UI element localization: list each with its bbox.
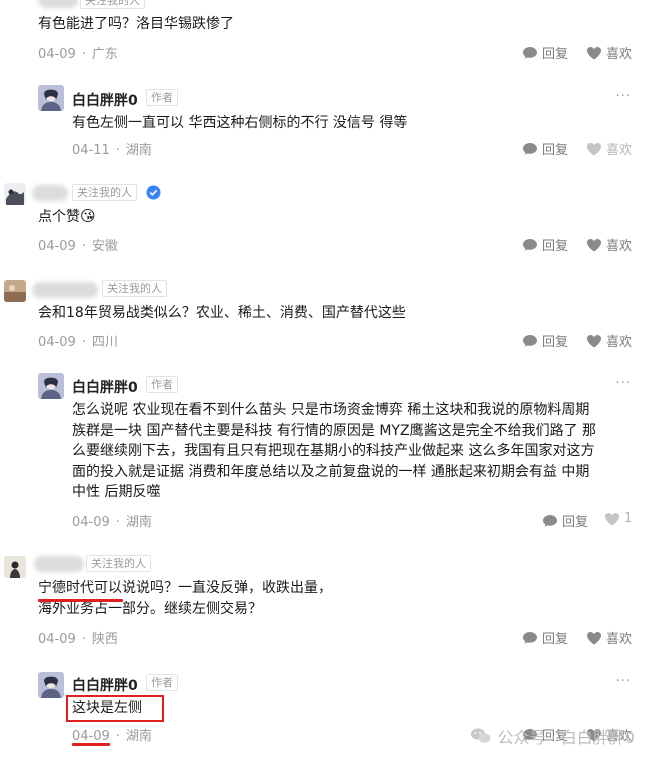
reply-location: 湖南	[125, 143, 152, 158]
comment-location: 陕西	[91, 632, 118, 647]
reply-button[interactable]: 回复	[522, 331, 568, 350]
reply-date: 04-09	[72, 729, 110, 744]
like-button[interactable]: 喜欢	[586, 331, 632, 350]
comment-date: 04-09	[38, 47, 76, 62]
reply-text: 怎么说呢 农业现在看不到什么苗头 只是市场资金博弈 稀土这块和我说的原物料周期 …	[72, 402, 597, 500]
heart-icon	[587, 334, 601, 347]
author-avatar[interactable]	[38, 373, 64, 399]
like-button[interactable]: 喜欢	[586, 139, 632, 158]
reply-date: 04-09	[72, 515, 110, 530]
like-button[interactable]: 喜欢	[586, 43, 632, 62]
heart-icon	[587, 631, 601, 644]
wechat-icon	[470, 728, 491, 743]
reply-button[interactable]: 回复	[542, 511, 588, 530]
comment-meta: 04-09 · 陕西	[38, 632, 118, 647]
chat-bubble-icon	[523, 46, 537, 59]
more-icon[interactable]: ···	[616, 674, 631, 689]
chat-bubble-icon	[523, 334, 537, 347]
commenter-avatar[interactable]	[4, 183, 26, 205]
reply-button[interactable]: 回复	[522, 235, 568, 254]
author-name[interactable]: 白白胖胖0	[72, 377, 138, 397]
reply-meta: 04-11 · 湖南	[72, 143, 152, 158]
kiss-emoji-icon: 😘	[80, 207, 96, 225]
reply-date: 04-11	[72, 143, 110, 158]
fan-tag: 关注我的人	[80, 0, 145, 9]
reply-button[interactable]: 回复	[522, 43, 568, 62]
chat-bubble-icon	[523, 238, 537, 251]
like-button[interactable]: 喜欢	[586, 628, 632, 647]
author-reply-4: 白白胖胖0 作者 ··· 这块是左侧 04-09 · 湖南 回复 喜欢	[0, 668, 655, 766]
highlight-underline	[38, 599, 123, 602]
author-name[interactable]: 白白胖胖0	[72, 675, 138, 695]
comment-1: 关注我的人 有色能进了吗？洛目华锡跌惨了 04-09 · 广东 回复 喜欢	[0, 0, 655, 70]
author-tag: 作者	[146, 376, 178, 393]
reply-location: 湖南	[125, 515, 152, 530]
like-count: 1	[624, 511, 633, 526]
heart-icon	[587, 46, 601, 59]
heart-icon	[587, 238, 601, 251]
comment-location: 安徽	[91, 239, 118, 254]
comment-location: 广东	[91, 47, 118, 62]
comment-text: 点个赞😘	[38, 207, 96, 225]
commenter-nickname	[32, 282, 98, 298]
chat-bubble-icon	[543, 514, 557, 527]
author-avatar[interactable]	[38, 672, 64, 698]
comment-meta: 04-09 · 四川	[38, 335, 118, 350]
comment-3: 关注我的人 会和18年贸易战类似么？农业、稀土、消费、国产替代这些 04-09 ·…	[0, 276, 655, 360]
commenter-nickname	[34, 556, 84, 572]
comment-date: 04-09	[38, 632, 76, 647]
heart-icon	[605, 512, 619, 525]
comment-date: 04-09	[38, 335, 76, 350]
commenter-nickname	[38, 0, 78, 8]
comment-date: 04-09	[38, 239, 76, 254]
fan-tag: 关注我的人	[72, 184, 137, 201]
reply-text: 有色左侧一直可以 华西这种右侧标的不行 没信号 得等	[72, 115, 408, 131]
watermark: 公众号 · 白白胖胖0	[470, 724, 635, 748]
highlight-underline	[72, 743, 110, 746]
heart-icon	[587, 142, 601, 155]
comment-meta: 04-09 · 广东	[38, 47, 118, 62]
comment-location: 四川	[91, 335, 118, 350]
comment-meta: 04-09 · 安徽	[38, 239, 118, 254]
reply-meta: 04-09 · 湖南	[72, 729, 152, 744]
reply-text: 这块是左侧	[72, 700, 142, 716]
chat-bubble-icon	[523, 142, 537, 155]
author-reply-3: 白白胖胖0 作者 ··· 怎么说呢 农业现在看不到什么苗头 只是市场资金博弈 稀…	[0, 368, 655, 538]
more-icon[interactable]: ···	[616, 89, 631, 104]
author-avatar[interactable]	[38, 85, 64, 111]
reply-button[interactable]: 回复	[522, 628, 568, 647]
author-name[interactable]: 白白胖胖0	[72, 90, 138, 110]
reply-meta: 04-09 · 湖南	[72, 515, 152, 530]
commenter-avatar[interactable]	[4, 280, 26, 302]
commenter-nickname	[32, 185, 68, 201]
author-tag: 作者	[146, 674, 178, 691]
comment-text: 会和18年贸易战类似么？农业、稀土、消费、国产替代这些	[38, 305, 406, 321]
chat-bubble-icon	[523, 631, 537, 644]
comment-2: 关注我的人 点个赞😘 04-09 · 安徽 回复 喜欢	[0, 180, 655, 260]
like-button[interactable]: 1	[604, 511, 632, 526]
fan-tag: 关注我的人	[102, 280, 167, 297]
author-reply-1: 白白胖胖0 作者 ··· 有色左侧一直可以 华西这种右侧标的不行 没信号 得等 …	[0, 80, 655, 170]
author-tag: 作者	[146, 89, 178, 106]
fan-tag: 关注我的人	[86, 555, 151, 572]
like-button[interactable]: 喜欢	[586, 235, 632, 254]
comment-4: 关注我的人 宁德时代可以说说吗？一直没反弹，收跌出量， 海外业务占一部分。继续左…	[0, 552, 655, 652]
verified-icon	[146, 185, 161, 204]
more-icon[interactable]: ···	[616, 376, 631, 391]
comment-text: 有色能进了吗？洛目华锡跌惨了	[38, 16, 234, 32]
reply-button[interactable]: 回复	[522, 139, 568, 158]
reply-location: 湖南	[125, 729, 152, 744]
commenter-avatar[interactable]	[4, 556, 26, 578]
